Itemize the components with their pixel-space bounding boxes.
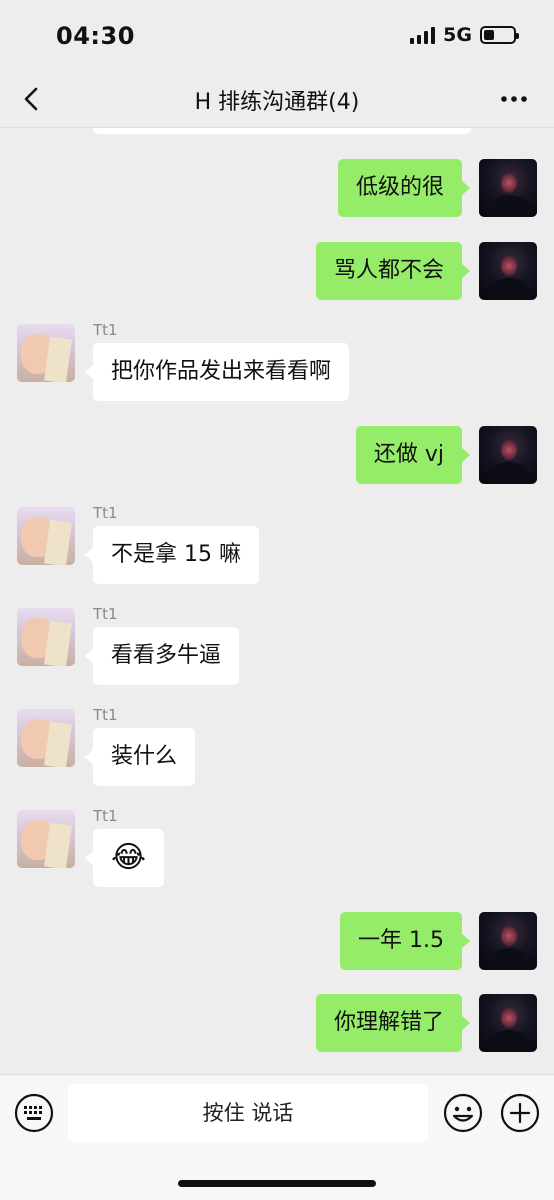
message-row: 还做 vj (0, 426, 554, 484)
more-dots-icon[interactable] (496, 84, 532, 114)
message-row: Tt1 😂 (0, 807, 554, 889)
message-row: 低级的很 (0, 159, 554, 217)
home-indicator[interactable] (178, 1180, 376, 1187)
plus-icon[interactable] (500, 1093, 540, 1133)
message-bubble[interactable]: 不是拿 15 嘛 (85, 526, 259, 584)
avatar[interactable] (479, 912, 537, 970)
emoji-message-bubble[interactable]: 😂 (84, 829, 165, 887)
previous-message-bubble (93, 128, 471, 134)
avatar[interactable] (479, 994, 537, 1052)
battery-icon (480, 26, 519, 44)
message-bubble[interactable]: 装什么 (84, 728, 196, 786)
message-row: Tt1 不是拿 15 嘛 (0, 504, 554, 586)
avatar[interactable] (17, 810, 75, 868)
avatar[interactable] (479, 426, 537, 484)
signal-icon (410, 26, 436, 44)
chat-title: H 排练沟通群(4) (194, 90, 360, 115)
message-row: 骂人都不会 (0, 242, 554, 300)
avatar[interactable] (17, 608, 75, 666)
message-bubble[interactable]: 看看多牛逼 (84, 627, 240, 685)
message-bubble[interactable]: 你理解错了 (315, 994, 471, 1052)
sender-name: Tt1 (93, 807, 118, 825)
chat-message-list[interactable]: 低级的很 骂人都不会 Tt1 把你作品发出来看看啊 还做 vj Tt1 不是拿 … (0, 128, 554, 1074)
message-row: Tt1 把你作品发出来看看啊 (0, 321, 554, 403)
emoji-icon[interactable] (443, 1093, 483, 1133)
message-row: Tt1 装什么 (0, 706, 554, 788)
sender-name: Tt1 (93, 605, 118, 623)
keyboard-icon[interactable] (14, 1093, 54, 1133)
avatar[interactable] (17, 507, 75, 565)
message-bubble[interactable]: 还做 vj (355, 426, 471, 484)
network-type: 5G (443, 24, 472, 46)
hold-to-talk-button[interactable]: 按住 说话 (68, 1084, 428, 1142)
status-time: 04:30 (56, 22, 135, 50)
status-indicators: 5G (410, 24, 519, 46)
status-bar: 04:30 5G (0, 0, 554, 70)
message-row: 你理解错了 (0, 994, 554, 1052)
avatar[interactable] (17, 709, 75, 767)
avatar[interactable] (479, 159, 537, 217)
sender-name: Tt1 (93, 504, 118, 522)
message-row: Tt1 看看多牛逼 (0, 605, 554, 687)
message-row: 一年 1.5 (0, 912, 554, 970)
sender-name: Tt1 (93, 321, 118, 339)
message-bubble[interactable]: 一年 1.5 (340, 912, 470, 970)
sender-name: Tt1 (93, 706, 118, 724)
message-bubble[interactable]: 把你作品发出来看看啊 (84, 343, 350, 401)
nav-bar: H 排练沟通群(4) (0, 70, 554, 128)
avatar[interactable] (17, 324, 75, 382)
battery-fill (484, 30, 494, 40)
avatar[interactable] (479, 242, 537, 300)
message-bubble[interactable]: 低级的很 (337, 159, 471, 217)
message-bubble[interactable]: 骂人都不会 (315, 242, 471, 300)
